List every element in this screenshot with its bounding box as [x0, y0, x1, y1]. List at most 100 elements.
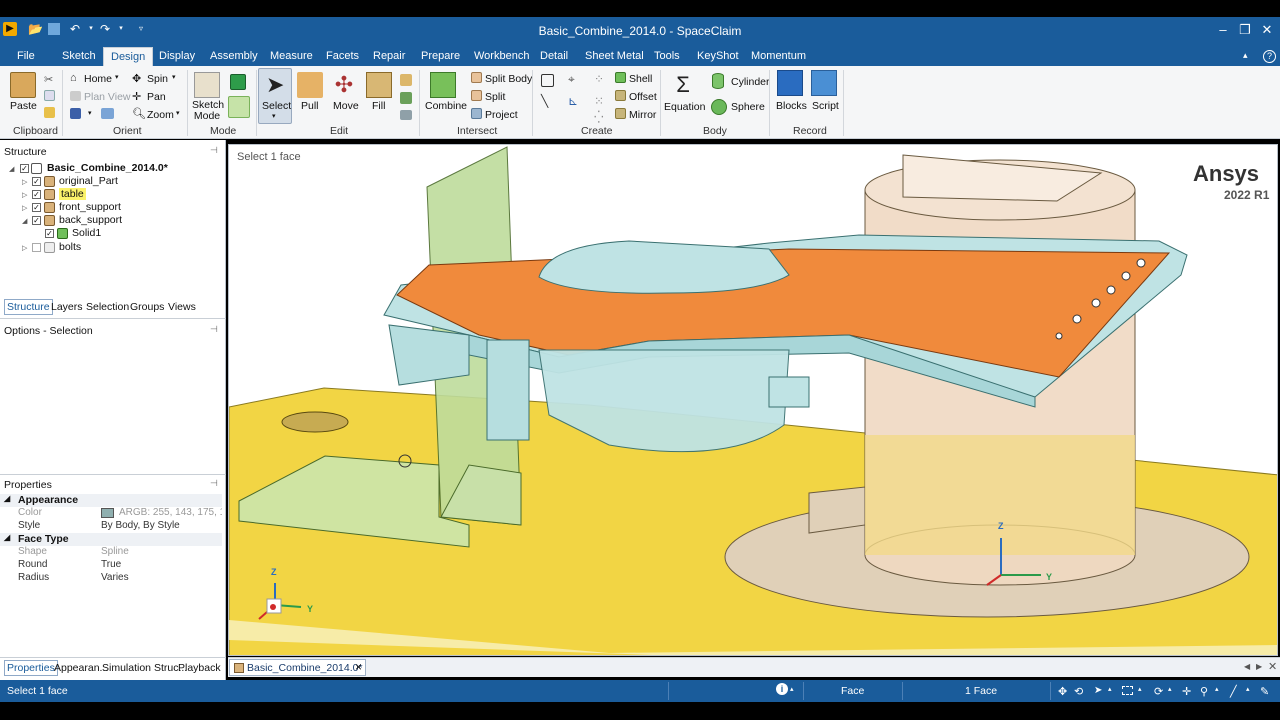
script-button[interactable]: Script [812, 100, 839, 112]
tree-item-front-support[interactable]: front_support [59, 201, 121, 213]
bolt-hole[interactable] [1106, 285, 1116, 295]
tree-item-original-part[interactable]: original_Part [59, 175, 118, 187]
cylinder-button[interactable]: Cylinder [731, 76, 770, 88]
mirror-icon[interactable] [615, 108, 626, 119]
split-icon[interactable] [471, 90, 482, 101]
copy-icon[interactable] [44, 90, 55, 101]
offset-icon[interactable] [615, 90, 626, 101]
menu-workbench[interactable]: Workbench [474, 50, 529, 62]
box-select-icon[interactable] [1122, 686, 1133, 695]
select-tool-icon[interactable]: ➤ [1094, 685, 1102, 696]
view-tool-icon[interactable]: ⟳ [1154, 685, 1163, 698]
split-button[interactable]: Split [485, 91, 505, 103]
minimize-button[interactable]: – [1212, 20, 1234, 40]
property-row[interactable]: Color ARGB: 255, 143, 175, 17 [0, 507, 222, 520]
pin-icon[interactable]: ⊣ [210, 145, 218, 156]
bolt-hole[interactable] [1072, 314, 1082, 324]
line-tool-icon[interactable]: ╱ [1230, 685, 1237, 698]
menu-prepare[interactable]: Prepare [421, 50, 460, 62]
menu-keyshot[interactable]: KeyShot [697, 50, 739, 62]
paste-icon[interactable] [10, 72, 36, 98]
pan-button[interactable]: Pan [147, 91, 166, 103]
equation-icon[interactable]: Σ [670, 72, 696, 98]
mirror-button[interactable]: Mirror [629, 109, 656, 121]
view-tool-dropdown-icon[interactable]: ▴ [1168, 685, 1172, 693]
expand-icon[interactable]: ▷ [22, 204, 27, 212]
checkbox[interactable]: ✓ [32, 216, 41, 225]
appearance-category[interactable]: ◢ Appearance [0, 494, 222, 507]
line-icon[interactable]: ╲ [541, 94, 548, 108]
tab-simulation-structure[interactable]: Simulation Struc... [102, 662, 187, 674]
collapse-icon[interactable]: ◢ [4, 533, 10, 542]
layers-view-icon[interactable] [101, 108, 114, 119]
expand-icon[interactable]: ▷ [22, 244, 27, 252]
collapse-icon[interactable]: ◢ [22, 217, 27, 225]
blocks-icon[interactable] [777, 70, 803, 96]
pin-icon[interactable]: ⊣ [210, 324, 218, 335]
spin-button[interactable]: Spin [147, 73, 168, 85]
pattern-icon[interactable]: ⁙ [594, 94, 604, 108]
tab-playback[interactable]: Playback [178, 662, 221, 674]
menu-momentum[interactable]: Momentum [751, 50, 806, 62]
fill-button[interactable]: Fill [372, 100, 385, 112]
format-painter-icon[interactable] [44, 107, 55, 118]
zoom-icon[interactable]: 🔍︎ [132, 107, 146, 120]
checkbox[interactable] [32, 243, 41, 252]
collapse-ribbon-icon[interactable]: ▴ [1243, 50, 1248, 61]
sphere-button[interactable]: Sphere [731, 101, 765, 113]
checkbox[interactable]: ✓ [32, 177, 41, 186]
close-button[interactable]: ✕ [1256, 20, 1278, 40]
select-icon[interactable]: ➤ [266, 74, 284, 96]
move-button[interactable]: Move [333, 100, 359, 112]
sketch-tool-icon[interactable]: ✎ [1260, 685, 1269, 698]
bolt-hole[interactable] [1136, 258, 1146, 268]
collapse-icon[interactable]: ◢ [4, 494, 10, 503]
pin-icon[interactable]: ⊣ [210, 478, 218, 489]
project-button[interactable]: Project [485, 109, 518, 121]
tab-properties[interactable]: Properties [4, 660, 58, 676]
checkbox[interactable]: ✓ [32, 190, 41, 199]
model-canvas[interactable] [229, 145, 1278, 656]
close-tab-button[interactable]: × [355, 660, 362, 674]
view-dropdown-icon[interactable]: ▾ [88, 109, 92, 117]
sketch-mode-button[interactable]: Sketch Mode [192, 100, 224, 122]
help-icon[interactable]: ? [1263, 50, 1276, 63]
combine-icon[interactable] [430, 72, 456, 98]
base-hole[interactable] [281, 411, 349, 433]
bolt-hole[interactable] [1055, 332, 1063, 340]
array-icon[interactable]: ⁘ [594, 72, 604, 86]
bolt-hole[interactable] [1091, 298, 1101, 308]
cylinder-icon[interactable] [712, 73, 724, 89]
menu-facets[interactable]: Facets [326, 50, 359, 62]
view-cube-icon[interactable] [70, 108, 81, 119]
menu-repair[interactable]: Repair [373, 50, 405, 62]
info-icon[interactable]: i [776, 683, 788, 695]
paste-button[interactable]: Paste [10, 100, 37, 112]
bolt-hole[interactable] [1121, 271, 1131, 281]
spin-dropdown-icon[interactable]: ▾ [172, 73, 176, 81]
select-button[interactable]: Select [262, 100, 291, 112]
expand-icon[interactable]: ▷ [22, 191, 27, 199]
script-icon[interactable] [811, 70, 837, 96]
zoom-button[interactable]: Zoom [147, 109, 174, 121]
checkbox[interactable]: ✓ [45, 229, 54, 238]
zoom-dropdown-icon[interactable]: ▴ [1215, 685, 1219, 693]
select-dropdown-icon[interactable]: ▴ [1108, 685, 1112, 693]
fill-icon[interactable] [366, 72, 392, 98]
property-row[interactable]: Shape Spline [0, 546, 222, 559]
pan-icon[interactable]: ✛ [132, 90, 141, 103]
menu-detail[interactable]: Detail [540, 50, 568, 62]
property-row[interactable]: Radius Varies [0, 572, 222, 585]
table-underside[interactable] [388, 324, 470, 386]
3d-viewport[interactable]: Select 1 face Ansys 2022 R1 Z Y Z Y [228, 144, 1278, 656]
shell-button[interactable]: Shell [629, 73, 652, 85]
menu-assembly[interactable]: Assembly [210, 50, 258, 62]
menu-sheet-metal[interactable]: Sheet Metal [585, 50, 644, 62]
tab-structure[interactable]: Structure [4, 299, 53, 315]
zoom-dropdown-icon[interactable]: ▾ [176, 109, 180, 117]
property-row[interactable]: Round True [0, 559, 222, 572]
tab-layers[interactable]: Layers [51, 301, 83, 313]
home-icon[interactable]: ⌂ [70, 72, 81, 84]
select-dropdown-icon[interactable]: ▾ [272, 112, 276, 120]
close-all-icon[interactable]: ✕ [1268, 660, 1277, 673]
